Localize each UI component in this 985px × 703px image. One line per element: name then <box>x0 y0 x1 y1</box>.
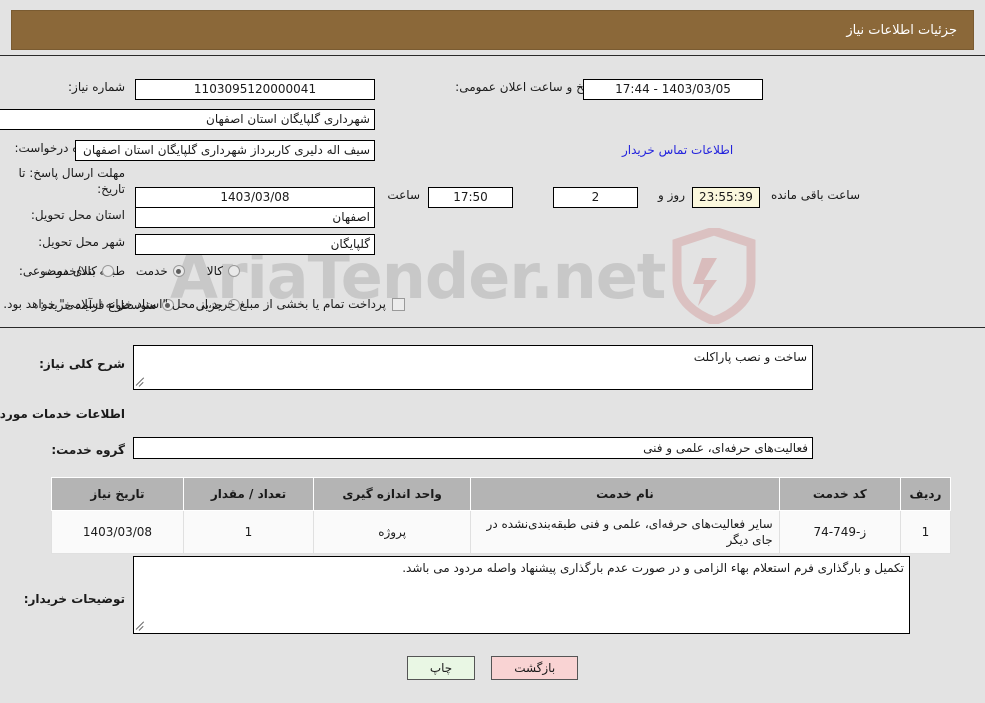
cell-need-date: 1403/03/08 <box>51 510 184 554</box>
treasury-note: پرداخت تمام یا بخشی از مبلغ خرید،از محل … <box>3 297 386 311</box>
print-button[interactable]: چاپ <box>406 656 476 680</box>
buyer-notes-textarea[interactable]: تکمیل و بارگذاری فرم استعلام بهاء الزامی… <box>133 556 910 634</box>
radio-khedmat[interactable]: خدمت <box>136 264 185 278</box>
announce-datetime-label: تاریخ و ساعت اعلان عمومی: <box>455 80 600 94</box>
radio-kala-label: کالا <box>206 264 223 278</box>
services-section-title: اطلاعات خدمات مورد نیاز <box>0 407 125 421</box>
table-header-row: ردیف کد خدمت نام خدمت واحد اندازه گیری ت… <box>51 477 952 511</box>
table-row: 1 ز-749-74 سایر فعالیت‌های حرفه‌ای، علمی… <box>51 510 952 554</box>
resize-grip-icon-2 <box>135 621 146 631</box>
general-description-label: شرح کلی نیاز: <box>39 357 125 371</box>
need-number-value: 1103095120000041 <box>135 79 375 100</box>
general-description-value: ساخت و نصب پاراکلت <box>693 350 807 364</box>
deadline-countdown: 23:55:39 <box>692 187 760 208</box>
announce-datetime-value: 1403/03/05 - 17:44 <box>583 79 763 100</box>
cell-service-name: سایر فعالیت‌های حرفه‌ای، علمی و فنی طبقه… <box>470 510 780 554</box>
deadline-time: 17:50 <box>428 187 513 208</box>
need-number-label: شماره نیاز: <box>68 80 125 94</box>
deadline-days: 2 <box>553 187 638 208</box>
service-group-label: گروه خدمت: <box>51 443 125 457</box>
cell-row-no: 1 <box>899 510 952 554</box>
buyer-notes-value: تکمیل و بارگذاری فرم استعلام بهاء الزامی… <box>402 561 904 575</box>
deadline-days-label: روز و <box>658 188 685 202</box>
delivery-city-value: گلپایگان <box>135 234 375 255</box>
general-description-textarea[interactable]: ساخت و نصب پاراکلت <box>133 345 813 390</box>
radio-kala-khedmat-label: کالا/خدمت <box>44 264 97 278</box>
divider-mid <box>0 327 985 328</box>
page-title-bar: جزئیات اطلاعات نیاز <box>11 10 974 50</box>
action-button-bar: بازگشت چاپ <box>0 656 985 680</box>
cell-service-code: ز-749-74 <box>778 510 901 554</box>
buyer-notes-label: توضیحات خریدار: <box>23 592 125 606</box>
requester-value: سیف اله دلیری کاربرداز شهرداری گلپایگان … <box>75 140 375 161</box>
deadline-date: 1403/03/08 <box>135 187 375 208</box>
items-table: ردیف کد خدمت نام خدمت واحد اندازه گیری ت… <box>51 477 952 554</box>
radio-kala-khedmat-dot <box>101 265 114 277</box>
col-need-date: تاریخ نیاز <box>51 477 184 511</box>
deadline-countdown-label: ساعت باقی مانده <box>770 188 860 202</box>
buyer-contact-link[interactable]: اطلاعات تماس خریدار <box>622 143 733 157</box>
back-button[interactable]: بازگشت <box>491 656 579 680</box>
divider-top <box>0 55 985 56</box>
page-title: جزئیات اطلاعات نیاز <box>846 22 957 38</box>
delivery-city-label: شهر محل تحویل: <box>38 235 125 249</box>
radio-khedmat-label: خدمت <box>135 264 168 278</box>
cell-unit: پروژه <box>312 510 472 554</box>
col-row-no: ردیف <box>899 477 952 511</box>
delivery-province-value: اصفهان <box>135 207 375 228</box>
col-quantity: تعداد / مقدار <box>182 477 315 511</box>
deadline-time-label: ساعت <box>387 188 420 202</box>
service-group-value: فعالیت‌های حرفه‌ای، علمی و فنی <box>133 437 813 459</box>
buyer-org-field: شهرداری گلپایگان استان اصفهان <box>0 109 375 130</box>
col-service-code: کد خدمت <box>778 477 901 511</box>
radio-kala-khedmat[interactable]: کالا/خدمت <box>45 264 114 278</box>
radio-kala-dot <box>228 265 240 277</box>
radio-kala[interactable]: کالا <box>207 264 240 278</box>
col-service-name: نام خدمت <box>470 477 780 511</box>
col-unit: واحد اندازه گیری <box>312 477 472 511</box>
treasury-checkbox[interactable] <box>392 297 405 311</box>
resize-grip-icon <box>135 377 146 387</box>
radio-khedmat-dot <box>172 265 185 277</box>
deadline-label: مهلت ارسال پاسخ: تا تاریخ: <box>18 166 125 196</box>
delivery-province-label: استان محل تحویل: <box>30 208 125 222</box>
cell-quantity: 1 <box>182 510 315 554</box>
